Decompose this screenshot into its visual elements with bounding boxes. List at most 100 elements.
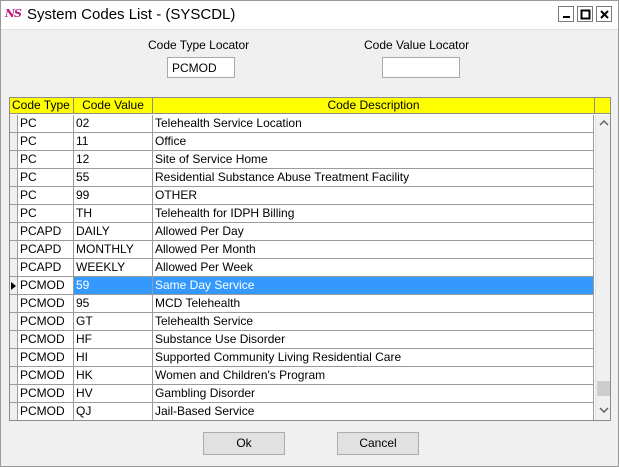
row-indicator[interactable] [10,133,18,150]
cell-code-value[interactable]: 12 [74,151,153,168]
cell-code-value[interactable]: 95 [74,295,153,312]
row-indicator[interactable] [10,331,18,348]
scroll-down-icon[interactable] [596,402,611,418]
cell-code-type[interactable]: PCAPD [18,241,74,258]
code-value-locator-input[interactable] [382,57,460,78]
cell-code-description[interactable]: Office [153,133,594,150]
cell-code-value[interactable]: 02 [74,115,153,132]
cell-code-type[interactable]: PCMOD [18,295,74,312]
codes-grid[interactable]: Code Type Code Value Code Description PC… [9,97,611,421]
cell-code-description[interactable]: Women and Children's Program [153,367,594,384]
row-indicator[interactable] [10,187,18,204]
row-indicator[interactable] [10,295,18,312]
table-row[interactable]: PCMOD HV Gambling Disorder [10,385,594,403]
table-row[interactable]: PCAPD WEEKLY Allowed Per Week [10,259,594,277]
code-type-locator-input[interactable] [167,57,235,78]
cell-code-description[interactable]: Jail-Based Service [153,403,594,420]
cell-code-value[interactable]: 11 [74,133,153,150]
cell-code-description[interactable]: Allowed Per Week [153,259,594,276]
row-indicator[interactable] [10,367,18,384]
scroll-up-icon[interactable] [596,115,611,131]
title-bar[interactable]: NS System Codes List - (SYSCDL) [1,1,618,30]
cell-code-description[interactable]: OTHER [153,187,594,204]
cell-code-type[interactable]: PCMOD [18,403,74,420]
row-indicator[interactable] [10,277,18,294]
table-row[interactable]: PCMOD 59 Same Day Service [10,277,594,295]
cell-code-description[interactable]: Telehealth Service Location [153,115,594,132]
cell-code-description[interactable]: Allowed Per Day [153,223,594,240]
cell-code-description[interactable]: Supported Community Living Residential C… [153,349,594,366]
column-header-code-value[interactable]: Code Value [74,98,153,113]
cell-code-description[interactable]: Telehealth for IDPH Billing [153,205,594,222]
cell-code-value[interactable]: 99 [74,187,153,204]
cell-code-value[interactable]: TH [74,205,153,222]
table-row[interactable]: PCMOD QJ Jail-Based Service [10,403,594,420]
minimize-button[interactable] [558,6,574,22]
table-row[interactable]: PCMOD HF Substance Use Disorder [10,331,594,349]
cell-code-description[interactable]: Residential Substance Abuse Treatment Fa… [153,169,594,186]
row-indicator[interactable] [10,385,18,402]
row-indicator[interactable] [10,403,18,420]
table-row[interactable]: PCAPD DAILY Allowed Per Day [10,223,594,241]
cell-code-value[interactable]: 55 [74,169,153,186]
cell-code-value[interactable]: GT [74,313,153,330]
column-header-code-type[interactable]: Code Type [10,98,74,113]
maximize-button[interactable] [577,6,593,22]
cell-code-value[interactable]: WEEKLY [74,259,153,276]
row-indicator[interactable] [10,223,18,240]
cell-code-type[interactable]: PCMOD [18,313,74,330]
column-header-code-description[interactable]: Code Description [153,98,595,113]
cell-code-type[interactable]: PC [18,169,74,186]
cell-code-description[interactable]: MCD Telehealth [153,295,594,312]
cell-code-value[interactable]: HI [74,349,153,366]
cell-code-type[interactable]: PCMOD [18,331,74,348]
close-button[interactable] [596,6,612,22]
row-indicator[interactable] [10,169,18,186]
table-row[interactable]: PC 55 Residential Substance Abuse Treatmen… [10,169,594,187]
table-row[interactable]: PCMOD HK Women and Children's Program [10,367,594,385]
table-row[interactable]: PC 12 Site of Service Home [10,151,594,169]
cancel-button[interactable]: Cancel [337,432,419,455]
row-indicator[interactable] [10,313,18,330]
row-indicator[interactable] [10,349,18,366]
table-row[interactable]: PC 11 Office [10,133,594,151]
row-indicator[interactable] [10,259,18,276]
cell-code-description[interactable]: Allowed Per Month [153,241,594,258]
row-indicator[interactable] [10,115,18,132]
table-row[interactable]: PCMOD GT Telehealth Service [10,313,594,331]
cell-code-description[interactable]: Same Day Service [153,277,594,294]
cell-code-type[interactable]: PCAPD [18,223,74,240]
cell-code-type[interactable]: PC [18,151,74,168]
table-row[interactable]: PC 02 Telehealth Service Location [10,115,594,133]
cell-code-type[interactable]: PCMOD [18,349,74,366]
cell-code-type[interactable]: PCAPD [18,259,74,276]
cell-code-type[interactable]: PC [18,133,74,150]
row-indicator[interactable] [10,151,18,168]
row-indicator[interactable] [10,205,18,222]
cell-code-description[interactable]: Substance Use Disorder [153,331,594,348]
cell-code-type[interactable]: PCMOD [18,277,74,294]
ok-button[interactable]: Ok [203,432,285,455]
table-row[interactable]: PCMOD 95 MCD Telehealth [10,295,594,313]
table-row[interactable]: PC TH Telehealth for IDPH Billing [10,205,594,223]
grid-scrollbar[interactable] [595,115,611,420]
row-indicator[interactable] [10,241,18,258]
cell-code-type[interactable]: PC [18,187,74,204]
cell-code-value[interactable]: HF [74,331,153,348]
cell-code-value[interactable]: QJ [74,403,153,420]
cell-code-value[interactable]: HV [74,385,153,402]
cell-code-value[interactable]: 59 [74,277,153,294]
cell-code-type[interactable]: PCMOD [18,367,74,384]
cell-code-type[interactable]: PC [18,205,74,222]
cell-code-description[interactable]: Gambling Disorder [153,385,594,402]
table-row[interactable]: PCAPD MONTHLY Allowed Per Month [10,241,594,259]
cell-code-value[interactable]: MONTHLY [74,241,153,258]
table-row[interactable]: PC 99 OTHER [10,187,594,205]
cell-code-value[interactable]: HK [74,367,153,384]
cell-code-description[interactable]: Telehealth Service [153,313,594,330]
cell-code-type[interactable]: PC [18,115,74,132]
cell-code-description[interactable]: Site of Service Home [153,151,594,168]
cell-code-value[interactable]: DAILY [74,223,153,240]
table-row[interactable]: PCMOD HI Supported Community Living Reside… [10,349,594,367]
cell-code-type[interactable]: PCMOD [18,385,74,402]
